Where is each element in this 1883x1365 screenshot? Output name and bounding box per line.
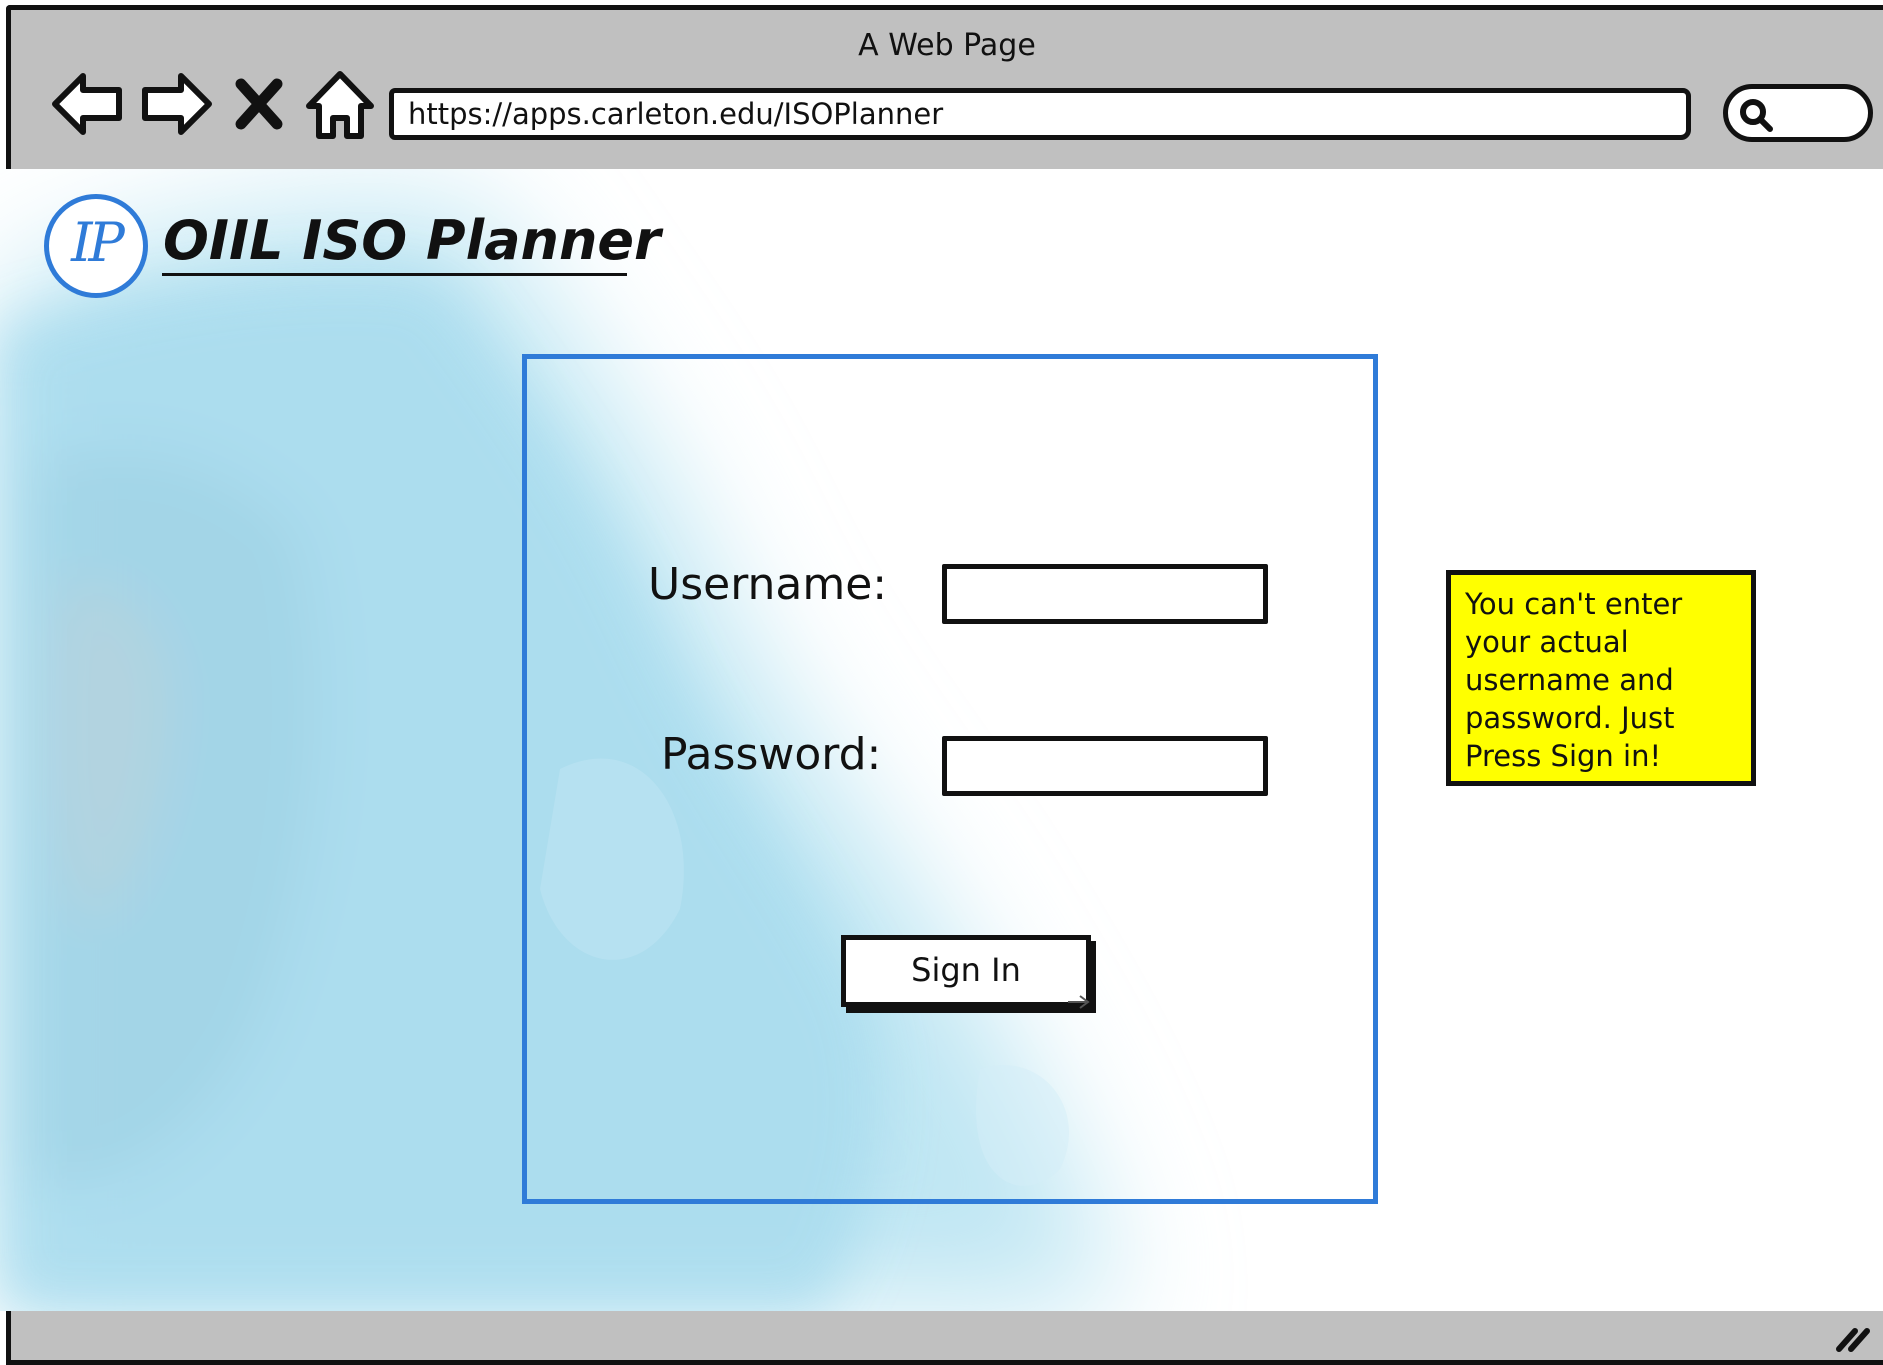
browser-window: A Web Page https://apps.carleton.edu/ISO…: [0, 0, 1883, 1365]
stop-icon[interactable]: [229, 68, 289, 140]
logo-text: IP: [71, 211, 125, 274]
browser-search-field[interactable]: [1723, 84, 1873, 142]
forward-arrow-icon[interactable]: [137, 68, 215, 140]
url-bar[interactable]: https://apps.carleton.edu/ISOPlanner: [389, 88, 1691, 140]
app-title[interactable]: OIIL ISO Planner: [163, 211, 661, 271]
search-icon: [1740, 99, 1773, 132]
login-panel: Username: Password: Sign In: [522, 354, 1378, 1204]
window-title: A Web Page: [858, 28, 1036, 63]
resize-grip-icon[interactable]: [1833, 1319, 1873, 1355]
sign-in-button[interactable]: Sign In: [841, 935, 1091, 1009]
password-label: Password:: [661, 729, 882, 780]
status-bar: [6, 1311, 1883, 1365]
back-arrow-icon[interactable]: [49, 68, 127, 140]
sign-in-button-label: Sign In: [911, 951, 1021, 989]
app-title-underline: [162, 273, 627, 276]
page-content: IP OIIL ISO Planner Username: Password: …: [0, 169, 1883, 1311]
browser-toolbar: A Web Page https://apps.carleton.edu/ISO…: [6, 5, 1883, 169]
sticky-note: You can't enter your actual username and…: [1446, 570, 1756, 786]
username-field[interactable]: [942, 564, 1268, 624]
password-field[interactable]: [942, 736, 1268, 796]
link-arrow-icon: [1068, 995, 1090, 1009]
home-icon[interactable]: [301, 68, 379, 140]
app-logo: IP: [44, 194, 148, 298]
username-label: Username:: [648, 559, 888, 610]
